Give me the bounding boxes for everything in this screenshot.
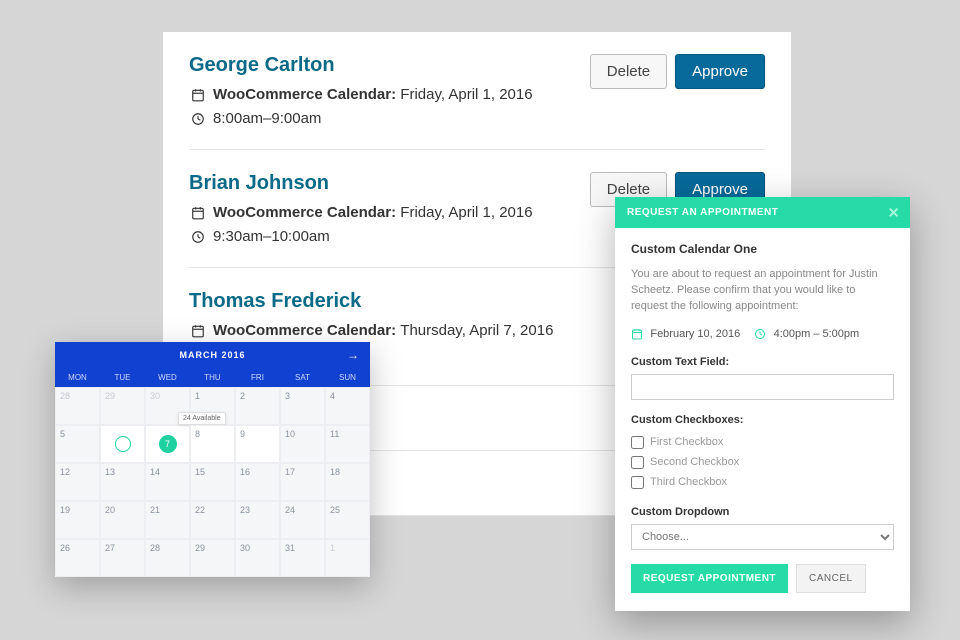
mini-calendar-day[interactable]: 15 xyxy=(190,463,235,501)
custom-checkbox-row[interactable]: First Checkbox xyxy=(631,432,894,452)
mini-calendar-day[interactable]: 26 xyxy=(55,539,100,577)
mini-calendar-day[interactable]: 25 xyxy=(325,501,370,539)
day-available-ring-icon xyxy=(115,436,131,452)
modal-datetime: February 10, 2016 4:00pm – 5:00pm xyxy=(631,326,894,340)
request-appointment-button[interactable]: REQUEST APPOINTMENT xyxy=(631,564,788,593)
checkboxes-label: Custom Checkboxes: xyxy=(631,414,894,426)
mini-calendar-day[interactable]: 18 xyxy=(325,463,370,501)
modal-calendar-name: Custom Calendar One xyxy=(631,242,894,256)
next-month-icon[interactable]: → xyxy=(347,348,360,362)
mini-calendar-day[interactable]: 29 xyxy=(100,387,145,425)
checkbox-label: Second Checkbox xyxy=(650,452,739,472)
mini-calendar-header: MARCH 2016 → xyxy=(55,342,370,368)
mini-calendar-day[interactable]: 28 xyxy=(145,539,190,577)
modal-title: REQUEST AN APPOINTMENT xyxy=(627,207,778,218)
mini-calendar-dow: TUE xyxy=(100,368,145,387)
mini-calendar-day[interactable]: 9 xyxy=(235,425,280,463)
mini-calendar-day[interactable]: 22 xyxy=(190,501,235,539)
calendar-icon xyxy=(189,83,207,107)
mini-calendar-day[interactable]: 19 xyxy=(55,501,100,539)
mini-calendar-day[interactable]: 16 xyxy=(235,463,280,501)
appointment-time: 9:30am–10:00am xyxy=(213,225,330,249)
mini-calendar-dow: SAT xyxy=(280,368,325,387)
mini-calendar-day[interactable]: 1 xyxy=(325,539,370,577)
mini-calendar-day[interactable]: 12 xyxy=(55,463,100,501)
appointment-time: 8:00am–9:00am xyxy=(213,107,321,131)
delete-button[interactable]: Delete xyxy=(590,54,667,89)
mini-calendar-day[interactable]: 30 xyxy=(235,539,280,577)
mini-calendar-day[interactable]: 724 Available xyxy=(145,425,190,463)
custom-dropdown[interactable]: Choose... xyxy=(631,524,894,550)
mini-calendar-day[interactable]: 28 xyxy=(55,387,100,425)
appointment-date: Thursday, April 7, 2016 xyxy=(400,319,553,343)
custom-checkbox-row[interactable]: Third Checkbox xyxy=(631,472,894,492)
mini-calendar-day[interactable]: 14 xyxy=(145,463,190,501)
custom-checkbox[interactable] xyxy=(631,476,644,489)
request-appointment-modal: REQUEST AN APPOINTMENT ✕ Custom Calendar… xyxy=(615,197,910,611)
mini-calendar-day[interactable]: 3 xyxy=(280,387,325,425)
mini-calendar: MARCH 2016 → MONTUEWEDTHUFRISATSUN 28293… xyxy=(55,342,370,577)
appointment-time-line: 8:00am–9:00am xyxy=(189,107,765,131)
calendar-icon xyxy=(631,326,646,340)
mini-calendar-day[interactable]: 29 xyxy=(190,539,235,577)
mini-calendar-day[interactable]: 4 xyxy=(325,387,370,425)
appointment-date: Friday, April 1, 2016 xyxy=(400,83,532,107)
modal-time: 4:00pm – 5:00pm xyxy=(774,328,860,340)
mini-calendar-day[interactable]: 27 xyxy=(100,539,145,577)
day-tooltip: 24 Available xyxy=(178,412,226,425)
close-icon[interactable]: ✕ xyxy=(888,204,900,221)
mini-calendar-day[interactable]: 31 xyxy=(280,539,325,577)
day-selected-icon: 7 xyxy=(159,435,177,453)
mini-calendar-day[interactable]: 11 xyxy=(325,425,370,463)
appointment-date: Friday, April 1, 2016 xyxy=(400,201,532,225)
modal-date: February 10, 2016 xyxy=(650,328,740,340)
approve-button[interactable]: Approve xyxy=(675,54,765,89)
text-field-label: Custom Text Field: xyxy=(631,356,894,368)
mini-calendar-day[interactable]: 2 xyxy=(235,387,280,425)
mini-calendar-month: MARCH 2016 xyxy=(179,350,245,360)
custom-checkbox[interactable] xyxy=(631,456,644,469)
mini-calendar-dow: FRI xyxy=(235,368,280,387)
mini-calendar-day[interactable]: 13 xyxy=(100,463,145,501)
mini-calendar-dow: MON xyxy=(55,368,100,387)
custom-checkbox[interactable] xyxy=(631,436,644,449)
calendar-icon xyxy=(189,319,207,343)
dropdown-label: Custom Dropdown xyxy=(631,506,894,518)
mini-calendar-day[interactable]: 5 xyxy=(55,425,100,463)
mini-calendar-dow: THU xyxy=(190,368,235,387)
clock-icon xyxy=(189,225,207,249)
custom-checkbox-row[interactable]: Second Checkbox xyxy=(631,452,894,472)
mini-calendar-dow-row: MONTUEWEDTHUFRISATSUN xyxy=(55,368,370,387)
custom-text-field[interactable] xyxy=(631,374,894,400)
calendar-icon xyxy=(189,201,207,225)
mini-calendar-dow: WED xyxy=(145,368,190,387)
mini-calendar-day[interactable]: 23 xyxy=(235,501,280,539)
modal-intro-text: You are about to request an appointment … xyxy=(631,266,894,314)
clock-icon xyxy=(189,107,207,131)
mini-calendar-day[interactable]: 24 xyxy=(280,501,325,539)
cancel-button[interactable]: CANCEL xyxy=(796,564,866,593)
mini-calendar-day[interactable]: 17 xyxy=(280,463,325,501)
modal-header: REQUEST AN APPOINTMENT ✕ xyxy=(615,197,910,228)
mini-calendar-day[interactable] xyxy=(100,425,145,463)
mini-calendar-day[interactable]: 20 xyxy=(100,501,145,539)
mini-calendar-dow: SUN xyxy=(325,368,370,387)
checkbox-label: Third Checkbox xyxy=(650,472,727,492)
mini-calendar-day[interactable]: 10 xyxy=(280,425,325,463)
checkbox-label: First Checkbox xyxy=(650,432,723,452)
mini-calendar-day[interactable]: 8 xyxy=(190,425,235,463)
mini-calendar-grid: 28293012345724 Available8910111213141516… xyxy=(55,387,370,577)
clock-icon xyxy=(754,326,769,340)
mini-calendar-day[interactable]: 21 xyxy=(145,501,190,539)
appointment-row: George CarltonWooCommerce Calendar: Frid… xyxy=(189,32,765,150)
